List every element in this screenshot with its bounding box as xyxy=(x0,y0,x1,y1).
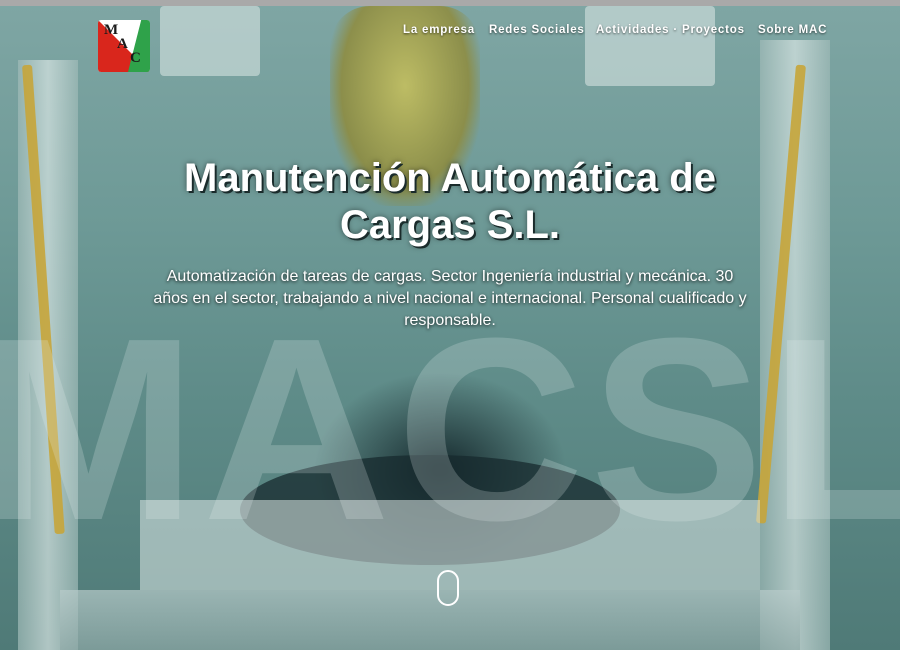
nav-item-actividades-proyectos[interactable]: Actividades · Proyectos xyxy=(596,24,745,36)
hero-title: Manutención Automática de Cargas S.L. xyxy=(184,156,716,247)
control-panel-left xyxy=(160,6,260,76)
scroll-down-indicator[interactable] xyxy=(437,570,459,606)
logo-letter-a: A xyxy=(117,36,128,52)
nav-item-la-empresa[interactable]: La empresa xyxy=(403,24,475,36)
nav-item-redes-sociales[interactable]: Redes Sociales xyxy=(489,24,585,36)
logo-letter-c: C xyxy=(130,50,141,66)
control-panel-right xyxy=(585,6,715,86)
top-bar xyxy=(0,0,900,6)
machine-base xyxy=(60,590,800,650)
hero-subtitle: Automatización de tareas de cargas. Sect… xyxy=(153,268,747,329)
hero-watermark: MACSL xyxy=(0,285,900,575)
company-logo[interactable]: M A C xyxy=(98,20,150,72)
nav-item-sobre-mac[interactable]: Sobre MAC xyxy=(758,24,827,36)
